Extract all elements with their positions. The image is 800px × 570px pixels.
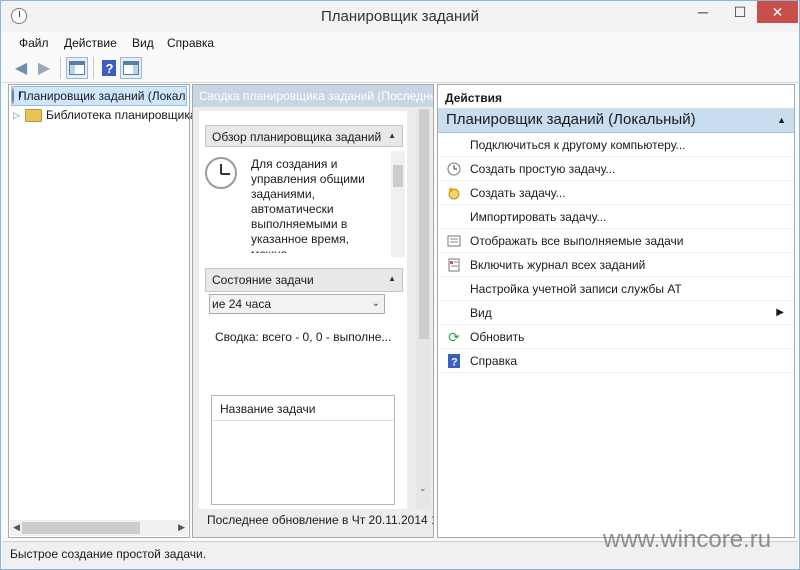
- action-label: Создать простую задачу...: [470, 161, 616, 176]
- create-basic-task-icon: [446, 161, 462, 177]
- action-enable-history[interactable]: Включить журнал всех заданий: [438, 253, 794, 277]
- help-glyph: ?: [451, 357, 458, 369]
- task-list[interactable]: Название задачи: [211, 395, 395, 505]
- overview-body: Для создания и управления общими задания…: [203, 157, 387, 257]
- refresh-icon: ⟳: [448, 328, 460, 345]
- scrollbar-thumb[interactable]: [393, 165, 403, 187]
- toolbar: ◀ ▶ ?: [2, 53, 798, 83]
- minimize-button[interactable]: ─: [684, 1, 722, 23]
- menu-help[interactable]: Справка: [167, 36, 214, 50]
- action-create-basic-task[interactable]: Создать простую задачу...: [438, 157, 794, 181]
- show-hide-action-pane-button[interactable]: [120, 57, 142, 79]
- expand-arrow-icon[interactable]: ▷: [13, 110, 25, 121]
- create-task-icon: [446, 185, 462, 201]
- actions-group-header[interactable]: Планировщик заданий (Локальный) ▲: [438, 109, 794, 133]
- action-label: Вид: [470, 305, 492, 320]
- period-dropdown[interactable]: ие 24 часа ⌄: [209, 294, 385, 314]
- status-text: Быстрое создание простой задачи.: [10, 547, 207, 561]
- collapse-up-icon: ▲: [777, 115, 786, 125]
- overview-text: Для создания и управления общими задания…: [251, 157, 365, 253]
- arrow-left-icon: ◀: [14, 60, 28, 77]
- arrow-right-icon: ▶: [37, 60, 51, 77]
- period-value: ие 24 часа: [212, 297, 271, 311]
- summary-content: Обзор планировщика заданий ▲ Для создани…: [199, 111, 407, 509]
- scrollbar-thumb[interactable]: [22, 522, 140, 534]
- column-header-task-name[interactable]: Название задачи: [212, 396, 394, 421]
- submenu-arrow-icon: ▶: [776, 307, 784, 318]
- task-summary: Сводка: всего - 0, 0 - выполне...: [215, 330, 392, 344]
- action-label: Импортировать задачу...: [470, 209, 607, 224]
- action-label: Подключиться к другому компьютеру...: [470, 137, 686, 152]
- title-bar: Планировщик заданий ─ ☐ ✕: [1, 1, 799, 32]
- action-label: Включить журнал всех заданий: [470, 257, 646, 272]
- actions-group-title: Планировщик заданий (Локальный): [446, 111, 696, 128]
- action-import-task[interactable]: Импортировать задачу...: [438, 205, 794, 229]
- horizontal-scrollbar[interactable]: ◀ ▶: [10, 520, 188, 536]
- summary-scrollbar[interactable]: ⌄: [416, 109, 431, 509]
- overview-title: Обзор планировщика заданий: [212, 130, 382, 144]
- menu-view[interactable]: Вид: [132, 36, 154, 50]
- menu-action[interactable]: Действие: [64, 36, 117, 50]
- maximize-button[interactable]: ☐: [724, 1, 756, 23]
- help-icon: ?: [102, 60, 116, 76]
- show-hide-console-tree-button[interactable]: [66, 57, 88, 79]
- scroll-left-arrow-icon[interactable]: ◀: [13, 522, 20, 533]
- overview-scrollbar[interactable]: [391, 151, 405, 257]
- action-pane-icon: [123, 61, 139, 75]
- close-button[interactable]: ✕: [757, 1, 798, 23]
- scroll-down-arrow-icon[interactable]: ⌄: [419, 483, 427, 494]
- watermark: www.wincore.ru: [603, 526, 772, 553]
- menu-file[interactable]: Файл: [19, 36, 49, 50]
- action-display-running-tasks[interactable]: Отображать все выполняемые задачи: [438, 229, 794, 253]
- actions-header: Действия: [438, 85, 794, 109]
- folder-clock-icon: [25, 108, 42, 122]
- toolbar-separator: [93, 57, 94, 79]
- action-view[interactable]: Вид ▶: [438, 301, 794, 325]
- action-label: Отображать все выполняемые задачи: [470, 233, 684, 248]
- running-tasks-icon: [446, 233, 462, 249]
- console-tree-icon: [69, 61, 85, 75]
- collapse-up-icon: ▲: [388, 274, 396, 283]
- overview-section-header[interactable]: Обзор планировщика заданий ▲: [205, 125, 403, 147]
- summary-header: Сводка планировщика заданий (Последнее о…: [193, 85, 433, 107]
- last-update-text: Последнее обновление в Чт 20.11.2014 19: [207, 513, 433, 527]
- action-connect-computer[interactable]: Подключиться к другому компьютеру...: [438, 133, 794, 157]
- clock-icon: [12, 88, 21, 104]
- action-help[interactable]: ? Справка: [438, 349, 794, 373]
- window-title: Планировщик заданий: [321, 8, 479, 25]
- actions-pane: Действия Планировщик заданий (Локальный)…: [437, 84, 795, 538]
- action-label: Создать задачу...: [470, 185, 566, 200]
- console-tree-pane: Планировщик заданий (Локальный) ▷ Библио…: [8, 84, 246, 538]
- menu-bar: Файл Действие Вид Справка: [2, 32, 798, 53]
- forward-button[interactable]: ▶: [33, 57, 55, 79]
- toolbar-separator: [60, 57, 61, 79]
- action-label: Справка: [470, 353, 518, 368]
- collapse-up-icon: ▲: [388, 131, 396, 140]
- chevron-down-icon: ⌄: [371, 298, 380, 309]
- back-button[interactable]: ◀: [10, 57, 32, 79]
- task-status-title: Состояние задачи: [212, 273, 314, 287]
- action-create-task[interactable]: Создать задачу...: [438, 181, 794, 205]
- tree-item-label: Планировщик заданий (Локальный): [18, 89, 186, 103]
- scroll-right-arrow-icon[interactable]: ▶: [178, 522, 185, 533]
- tree-item-task-scheduler-local[interactable]: Планировщик заданий (Локальный): [11, 86, 187, 106]
- action-at-service-account[interactable]: Настройка учетной записи службы AT: [438, 277, 794, 301]
- action-refresh[interactable]: ⟳ Обновить: [438, 325, 794, 349]
- help-glyph: ?: [106, 61, 114, 76]
- action-label: Настройка учетной записи службы AT: [470, 281, 682, 296]
- help-button[interactable]: ?: [98, 57, 120, 79]
- clock-icon: [205, 157, 237, 189]
- action-label: Обновить: [470, 329, 525, 344]
- history-log-icon: [446, 257, 462, 273]
- help-icon: ?: [446, 353, 462, 369]
- task-status-section-header[interactable]: Состояние задачи ▲: [205, 268, 403, 292]
- app-window: Планировщик заданий ─ ☐ ✕ Файл Действие …: [0, 0, 800, 570]
- summary-pane: Сводка планировщика заданий (Последнее о…: [192, 84, 434, 538]
- scrollbar-thumb[interactable]: [419, 109, 429, 339]
